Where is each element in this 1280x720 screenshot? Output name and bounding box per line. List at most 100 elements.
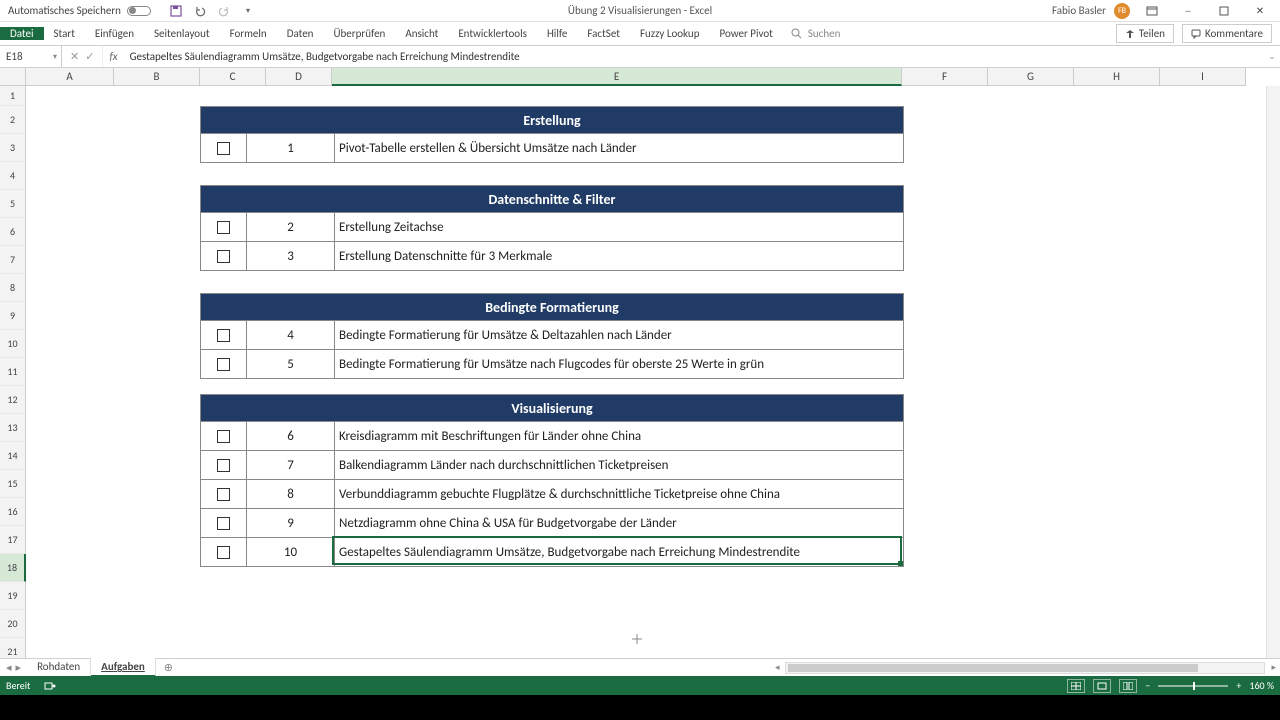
sheet-tab-rohdaten[interactable]: Rohdaten	[27, 658, 91, 677]
view-normal-icon[interactable]	[1067, 679, 1085, 693]
avatar[interactable]: FB	[1114, 3, 1130, 19]
checkbox-icon[interactable]	[217, 546, 230, 559]
sheet-nav[interactable]: ◂ ▸	[0, 661, 27, 674]
sheet-next-icon[interactable]: ▸	[16, 661, 22, 674]
hscroll-right-icon[interactable]: ▸	[1265, 662, 1276, 673]
share-button[interactable]: Teilen	[1116, 24, 1174, 43]
row-header-10[interactable]: 10	[0, 330, 26, 358]
save-icon[interactable]	[169, 4, 183, 18]
ribbon-tab-power pivot[interactable]: Power Pivot	[709, 27, 782, 40]
view-page-layout-icon[interactable]	[1093, 679, 1111, 693]
row-header-6[interactable]: 6	[0, 218, 26, 246]
zoom-level[interactable]: 160 %	[1249, 679, 1274, 692]
task-checkbox-cell[interactable]	[201, 134, 247, 162]
row-header-19[interactable]: 19	[0, 582, 26, 610]
user-name[interactable]: Fabio Basler	[1052, 4, 1106, 17]
task-checkbox-cell[interactable]	[201, 242, 247, 270]
task-checkbox-cell[interactable]	[201, 509, 247, 537]
row-header-7[interactable]: 7	[0, 246, 26, 274]
ribbon-tab-daten[interactable]: Daten	[277, 27, 324, 40]
task-checkbox-cell[interactable]	[201, 321, 247, 349]
row-header-9[interactable]: 9	[0, 302, 26, 330]
row-header-3[interactable]: 3	[0, 134, 26, 162]
enter-formula-icon[interactable]: ✓	[85, 50, 94, 63]
row-header-1[interactable]: 1	[0, 86, 26, 106]
sheet-tab-aufgaben[interactable]: Aufgaben	[91, 658, 156, 677]
column-header-B[interactable]: B	[114, 68, 200, 86]
add-sheet-button[interactable]: ⊕	[156, 661, 181, 674]
cancel-formula-icon[interactable]: ✕	[70, 50, 79, 63]
hscroll-left-icon[interactable]: ◂	[775, 662, 786, 673]
task-row[interactable]: 1Pivot-Tabelle erstellen & Übersicht Ums…	[200, 134, 904, 163]
ribbon-tab-ansicht[interactable]: Ansicht	[395, 27, 448, 40]
task-row[interactable]: 6Kreisdiagramm mit Beschriftungen für Lä…	[200, 422, 904, 451]
task-row[interactable]: 4Bedingte Formatierung für Umsätze & Del…	[200, 321, 904, 350]
task-row[interactable]: 10Gestapeltes Säulendiagramm Umsätze, Bu…	[200, 538, 904, 567]
task-row[interactable]: 9Netzdiagramm ohne China & USA für Budge…	[200, 509, 904, 538]
row-header-15[interactable]: 15	[0, 470, 26, 498]
checkbox-icon[interactable]	[217, 142, 230, 155]
ribbon-tab-start[interactable]: Start	[44, 27, 85, 40]
ribbon-tab-einfügen[interactable]: Einfügen	[85, 27, 144, 40]
row-header-18[interactable]: 18	[0, 554, 26, 582]
fx-icon[interactable]: fx	[103, 50, 123, 63]
close-icon[interactable]: ✕	[1246, 1, 1274, 21]
column-header-H[interactable]: H	[1074, 68, 1160, 86]
formula-expand-icon[interactable]: ⌄	[1264, 52, 1280, 62]
name-box[interactable]: E18 ▾	[0, 46, 62, 67]
task-checkbox-cell[interactable]	[201, 538, 247, 566]
view-page-break-icon[interactable]	[1119, 679, 1137, 693]
task-checkbox-cell[interactable]	[201, 480, 247, 508]
task-checkbox-cell[interactable]	[201, 422, 247, 450]
ribbon-display-icon[interactable]	[1138, 1, 1166, 21]
column-header-C[interactable]: C	[200, 68, 266, 86]
checkbox-icon[interactable]	[217, 517, 230, 530]
row-header-21[interactable]: 21	[0, 638, 26, 658]
horizontal-scrollbar[interactable]	[785, 662, 1265, 674]
column-header-E[interactable]: E	[332, 68, 902, 86]
checkbox-icon[interactable]	[217, 459, 230, 472]
redo-icon[interactable]	[217, 4, 231, 18]
spreadsheet-grid[interactable]: ABCDEFGHI 123456789101112131415161718192…	[0, 68, 1280, 658]
task-row[interactable]: 8Verbunddiagramm gebuchte Flugplätze & d…	[200, 480, 904, 509]
ribbon-tab-factset[interactable]: FactSet	[577, 27, 630, 40]
ribbon-tab-formeln[interactable]: Formeln	[220, 27, 277, 40]
autosave-toggle[interactable]: Automatisches Speichern	[0, 4, 159, 17]
column-header-A[interactable]: A	[26, 68, 114, 86]
zoom-slider[interactable]	[1158, 685, 1228, 687]
chevron-down-icon[interactable]: ▾	[53, 52, 57, 62]
row-header-13[interactable]: 13	[0, 414, 26, 442]
task-row[interactable]: 2Erstellung Zeitachse	[200, 213, 904, 242]
task-checkbox-cell[interactable]	[201, 451, 247, 479]
row-header-17[interactable]: 17	[0, 526, 26, 554]
checkbox-icon[interactable]	[217, 250, 230, 263]
macro-record-icon[interactable]	[44, 681, 56, 691]
row-header-16[interactable]: 16	[0, 498, 26, 526]
row-header-20[interactable]: 20	[0, 610, 26, 638]
checkbox-icon[interactable]	[217, 329, 230, 342]
ribbon-tab-fuzzy lookup[interactable]: Fuzzy Lookup	[630, 27, 710, 40]
column-header-D[interactable]: D	[266, 68, 332, 86]
checkbox-icon[interactable]	[217, 488, 230, 501]
search-box[interactable]: Suchen	[783, 27, 849, 40]
checkbox-icon[interactable]	[217, 358, 230, 371]
row-header-12[interactable]: 12	[0, 386, 26, 414]
row-header-5[interactable]: 5	[0, 190, 26, 218]
row-header-4[interactable]: 4	[0, 162, 26, 190]
checkbox-icon[interactable]	[217, 430, 230, 443]
vertical-scrollbar[interactable]	[1266, 86, 1280, 658]
undo-icon[interactable]	[193, 4, 207, 18]
task-checkbox-cell[interactable]	[201, 213, 247, 241]
ribbon-tab-entwicklertools[interactable]: Entwicklertools	[448, 27, 537, 40]
zoom-out-icon[interactable]: −	[1145, 679, 1150, 692]
ribbon-tab-datei[interactable]: Datei	[0, 27, 44, 40]
qat-customize-icon[interactable]: ▾	[241, 4, 255, 18]
column-header-I[interactable]: I	[1160, 68, 1246, 86]
task-row[interactable]: 3Erstellung Datenschnitte für 3 Merkmale	[200, 242, 904, 271]
row-header-14[interactable]: 14	[0, 442, 26, 470]
zoom-in-icon[interactable]: +	[1236, 679, 1241, 692]
task-row[interactable]: 7Balkendiagramm Länder nach durchschnitt…	[200, 451, 904, 480]
task-checkbox-cell[interactable]	[201, 350, 247, 378]
formula-input[interactable]: Gestapeltes Säulendiagramm Umsätze, Budg…	[124, 50, 1264, 63]
maximize-icon[interactable]	[1210, 1, 1238, 21]
